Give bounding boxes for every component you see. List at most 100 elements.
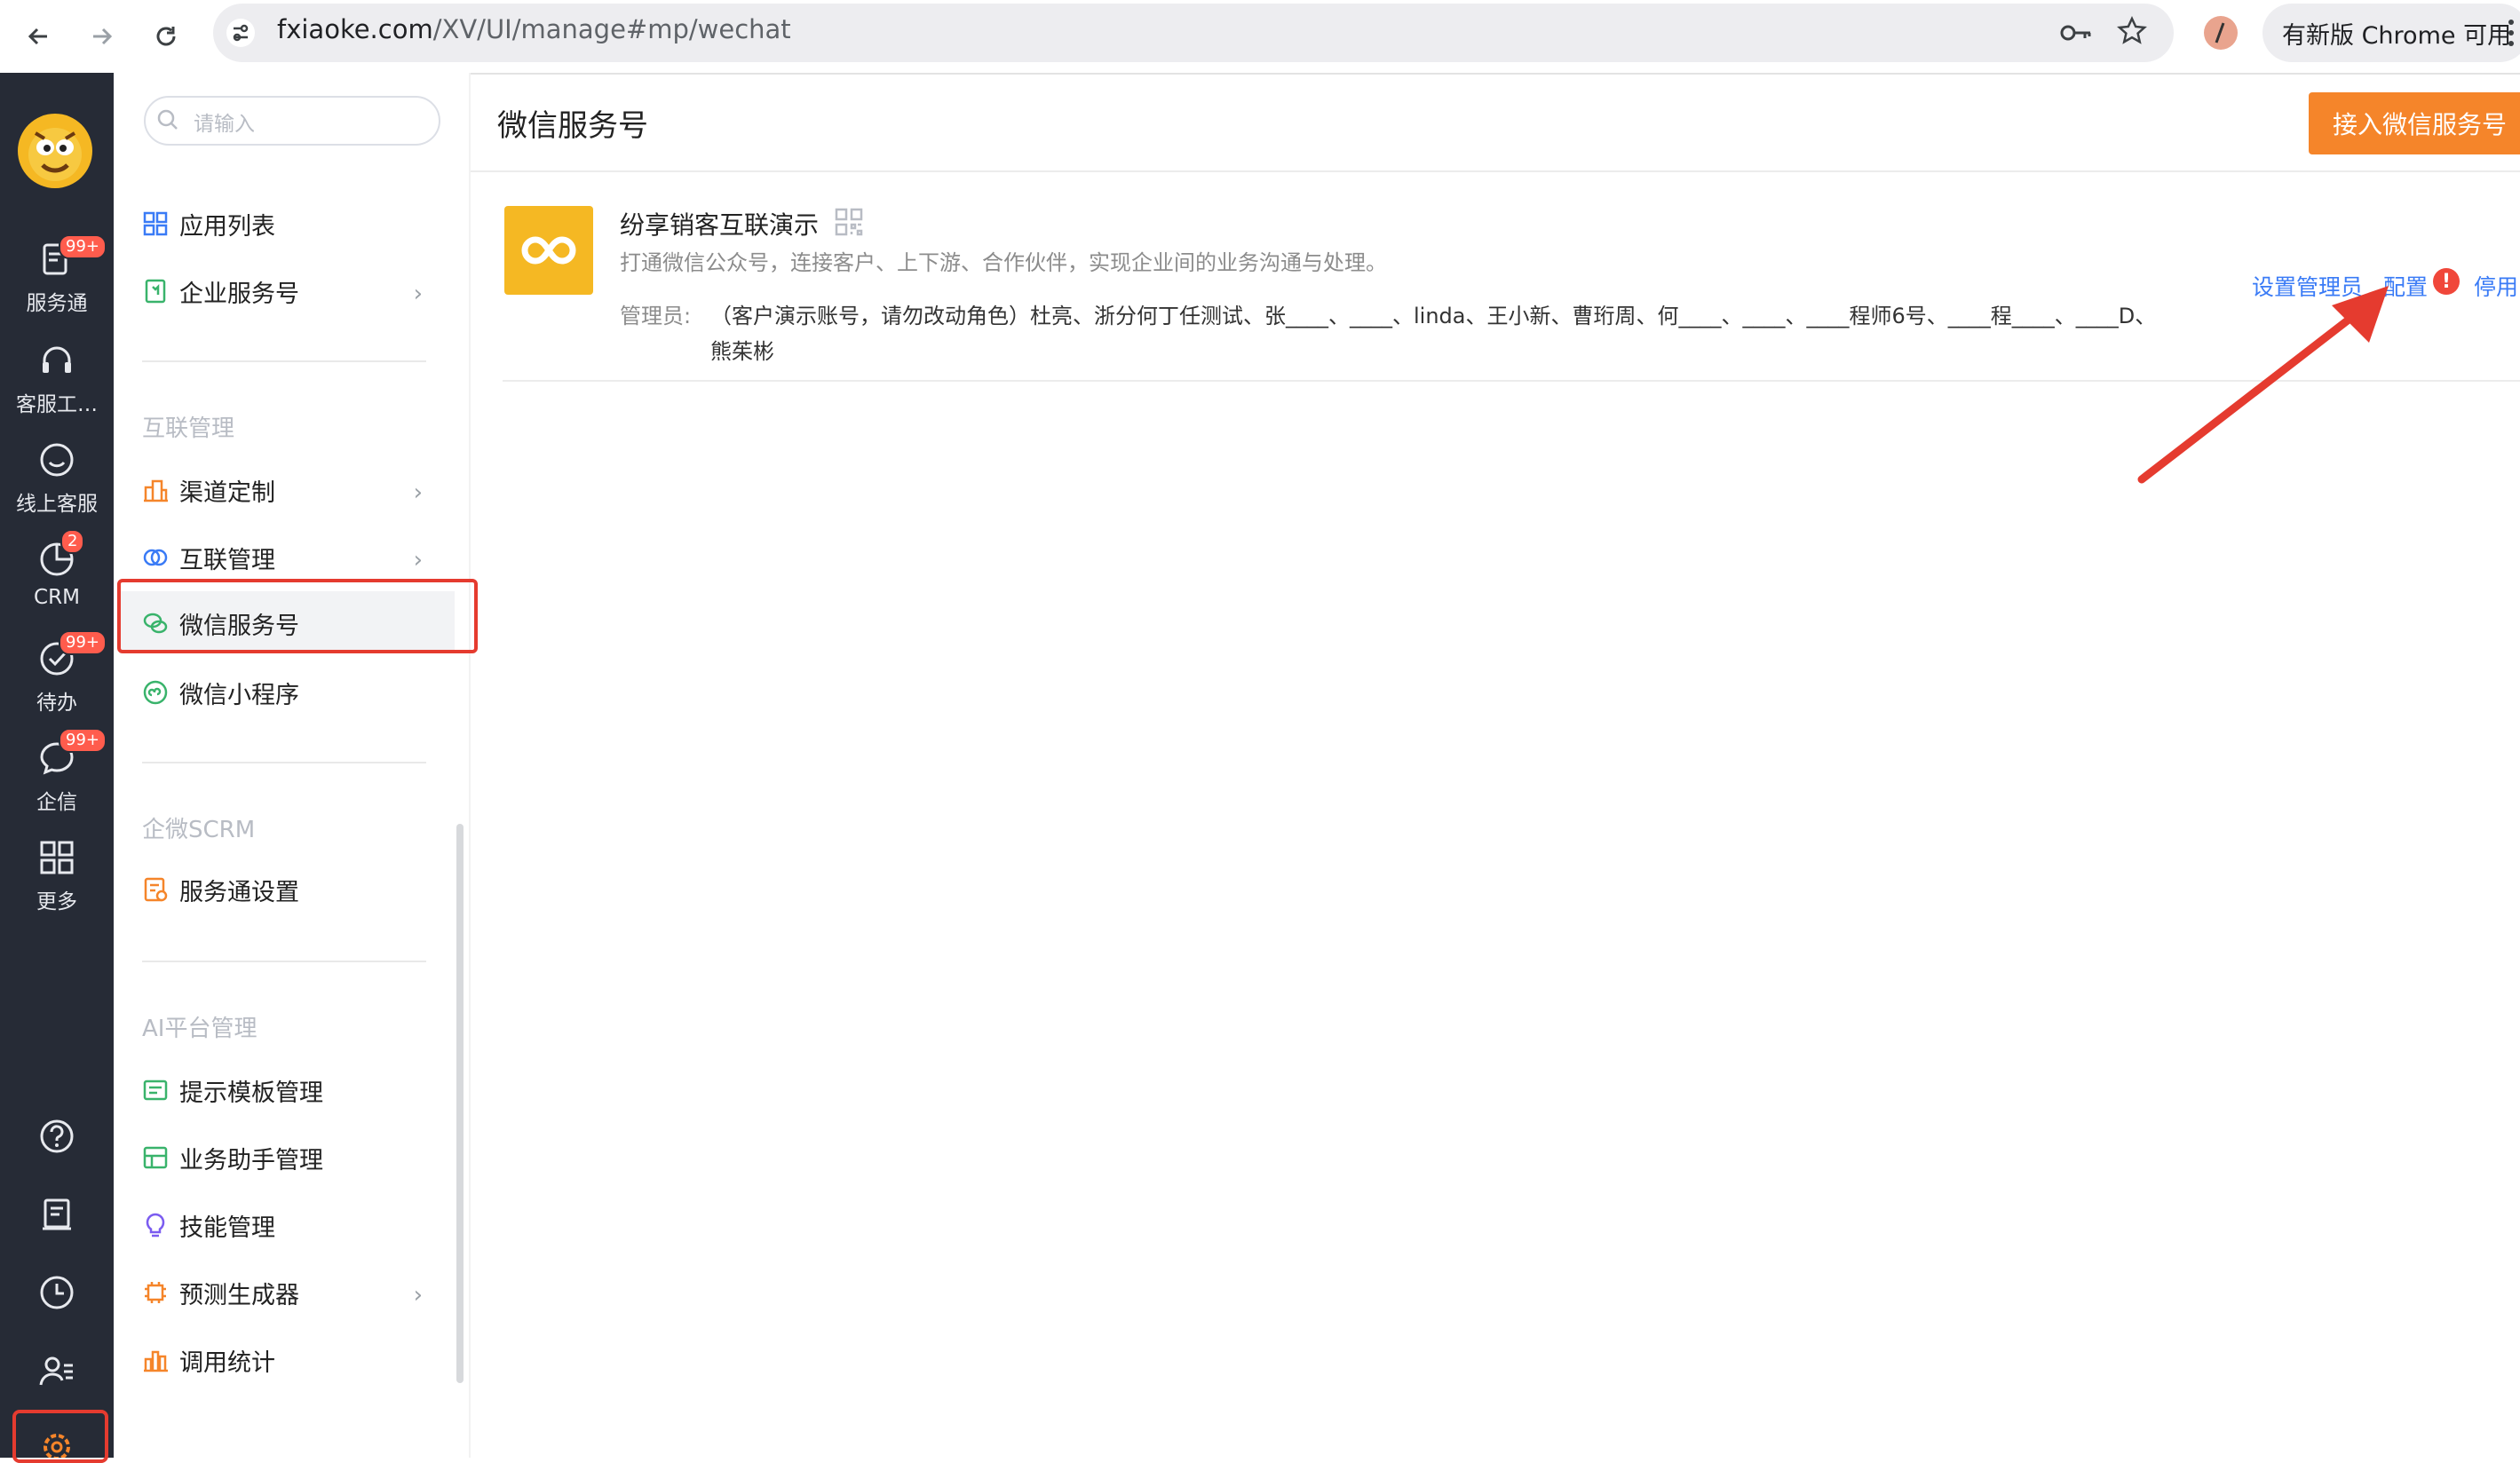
sidebar-item-label: 调用统计	[179, 1348, 275, 1377]
sidebar-item-assistant-manage[interactable]: 业务助手管理	[142, 1131, 435, 1184]
linked-rings-icon	[143, 549, 168, 566]
notification-badge: 99+	[59, 630, 107, 655]
app-grid-icon	[143, 211, 168, 236]
connect-wechat-button[interactable]: 接入微信服务号	[2309, 92, 2520, 154]
rail-label: 企信	[36, 791, 77, 814]
assistant-panel-icon	[143, 1146, 168, 1169]
chat-smile-icon	[40, 443, 74, 477]
building-icon	[144, 479, 168, 502]
sidebar-item-service-settings[interactable]: 服务通设置	[142, 863, 435, 916]
rail-label: 客服工…	[16, 393, 98, 416]
sidebar-item-label: 企业服务号	[179, 280, 299, 308]
miniprogram-icon	[143, 680, 168, 705]
warning-icon: !	[2433, 268, 2460, 295]
sidebar-item-label: 互联管理	[179, 546, 275, 574]
group-title-scrm: 企微SCRM	[142, 817, 256, 843]
group-title-interconnect: 互联管理	[142, 415, 235, 442]
chip-icon	[145, 1282, 166, 1303]
rail-label: 待办	[36, 692, 77, 715]
account-name: 纷享销客互联演示	[620, 210, 820, 240]
sidebar-item-label: 提示模板管理	[179, 1079, 323, 1107]
rail-label: 更多	[36, 890, 77, 913]
clock-icon[interactable]	[0, 1273, 114, 1317]
rail-label: 线上客服	[16, 493, 98, 516]
sidebar-item-label: 预测生成器	[179, 1281, 299, 1309]
sidebar-divider	[142, 360, 426, 362]
contacts-icon[interactable]	[0, 1351, 114, 1396]
notes-icon[interactable]	[0, 1195, 114, 1239]
sidebar-divider	[142, 762, 426, 763]
bookmark-doc-icon	[145, 279, 166, 304]
forward-icon[interactable]	[78, 12, 126, 60]
notification-badge: 2	[60, 529, 85, 554]
url-text[interactable]: fxiaoke.com/XV/UI/manage#mp/wechat	[277, 14, 791, 44]
sidebar-item-label: 微信小程序	[179, 681, 299, 709]
group-title-ai: AI平台管理	[142, 1016, 258, 1042]
rail-item-more[interactable]: 更多	[0, 838, 114, 914]
qrcode-icon[interactable]	[835, 208, 863, 240]
sidebar-divider	[142, 961, 426, 962]
admins-label: 管理员:	[620, 304, 692, 328]
sidebar-item-usage-stats[interactable]: 调用统计	[142, 1333, 435, 1387]
rail-label: 服务通	[26, 292, 88, 315]
sidebar-item-interconnect-manage[interactable]: 互联管理 ›	[142, 531, 435, 584]
highlight-box-wechat-service	[117, 579, 478, 653]
url-host: fxiaoke.com	[277, 14, 433, 44]
account-logo	[504, 206, 593, 295]
sidebar-item-channel-custom[interactable]: 渠道定制 ›	[142, 463, 435, 517]
notification-badge: 99+	[59, 728, 107, 753]
rail-item-messenger[interactable]: 企信 99+	[0, 728, 114, 815]
site-settings-icon[interactable]	[226, 18, 256, 51]
sidebar-item-label: 渠道定制	[179, 478, 275, 507]
password-key-icon[interactable]	[2060, 20, 2092, 50]
chevron-right-icon: ›	[413, 479, 423, 506]
infinity-icon	[521, 236, 576, 265]
chevron-right-icon: ›	[413, 547, 423, 573]
chevron-right-icon: ›	[413, 1282, 423, 1309]
profile-avatar[interactable]	[2204, 16, 2238, 50]
sidebar-item-label: 服务通设置	[179, 878, 299, 906]
chevron-right-icon: ›	[413, 281, 423, 307]
annotation-arrow-icon	[2137, 286, 2389, 484]
help-icon[interactable]	[0, 1117, 114, 1161]
grid-icon	[40, 841, 74, 874]
sidebar-item-label: 应用列表	[179, 212, 275, 241]
rail-item-todo[interactable]: 待办 99+	[0, 630, 114, 716]
sidebar-item-label: 技能管理	[179, 1214, 275, 1242]
chrome-update-label[interactable]: 有新版 Chrome 可用	[2282, 16, 2511, 51]
bar-chart-icon	[144, 1350, 168, 1372]
sidebar-item-wechat-miniprogram[interactable]: 微信小程序	[142, 666, 435, 719]
page-title: 微信服务号	[497, 108, 648, 144]
sidebar-item-prompt-templates[interactable]: 提示模板管理	[142, 1064, 435, 1117]
notification-badge: 99+	[59, 234, 107, 259]
reload-icon[interactable]	[142, 12, 190, 60]
rail-item-agent-workbench[interactable]: 客服工…	[0, 341, 114, 417]
bookmark-star-icon[interactable]	[2117, 16, 2147, 50]
sidebar-search-input[interactable]	[144, 96, 440, 146]
rail-item-crm[interactable]: CRM 2	[0, 529, 114, 609]
rail-item-service[interactable]: 服务通 99+	[0, 234, 114, 316]
account-description: 打通微信公众号，连接客户、上下游、合作伙伴，实现企业间的业务沟通与处理。	[620, 250, 1387, 275]
sidebar-item-skill-manage[interactable]: 技能管理	[142, 1198, 435, 1252]
search-placeholder: 请输入	[194, 113, 255, 136]
headset-icon	[43, 346, 71, 373]
template-icon	[143, 1079, 168, 1101]
rail-label: CRM	[34, 586, 80, 609]
disable-link[interactable]: 停用	[2474, 270, 2518, 302]
sidebar-scrollbar[interactable]	[456, 824, 464, 1383]
user-avatar[interactable]	[18, 114, 92, 188]
sidebar-item-predictor[interactable]: 预测生成器 ›	[142, 1266, 435, 1319]
header-divider	[471, 170, 2520, 172]
sidebar-item-enterprise-account[interactable]: 企业服务号 ›	[142, 265, 435, 318]
url-path: /XV/UI/manage#mp/wechat	[432, 14, 791, 44]
highlight-box-settings	[12, 1410, 108, 1463]
back-icon[interactable]	[14, 12, 62, 60]
sidebar-item-label: 业务助手管理	[179, 1146, 323, 1174]
search-icon	[156, 108, 179, 135]
rail-item-online-service[interactable]: 线上客服	[0, 440, 114, 517]
admins-list: （客户演示账号，请勿改动角色）杜亮、浙分何丁任测试、张____、____、lin…	[710, 304, 2157, 364]
more-vert-icon[interactable]	[2508, 18, 2515, 51]
lightbulb-icon	[146, 1213, 165, 1238]
sidebar-item-app-list[interactable]: 应用列表	[142, 197, 435, 250]
settings-doc-icon	[144, 877, 168, 902]
